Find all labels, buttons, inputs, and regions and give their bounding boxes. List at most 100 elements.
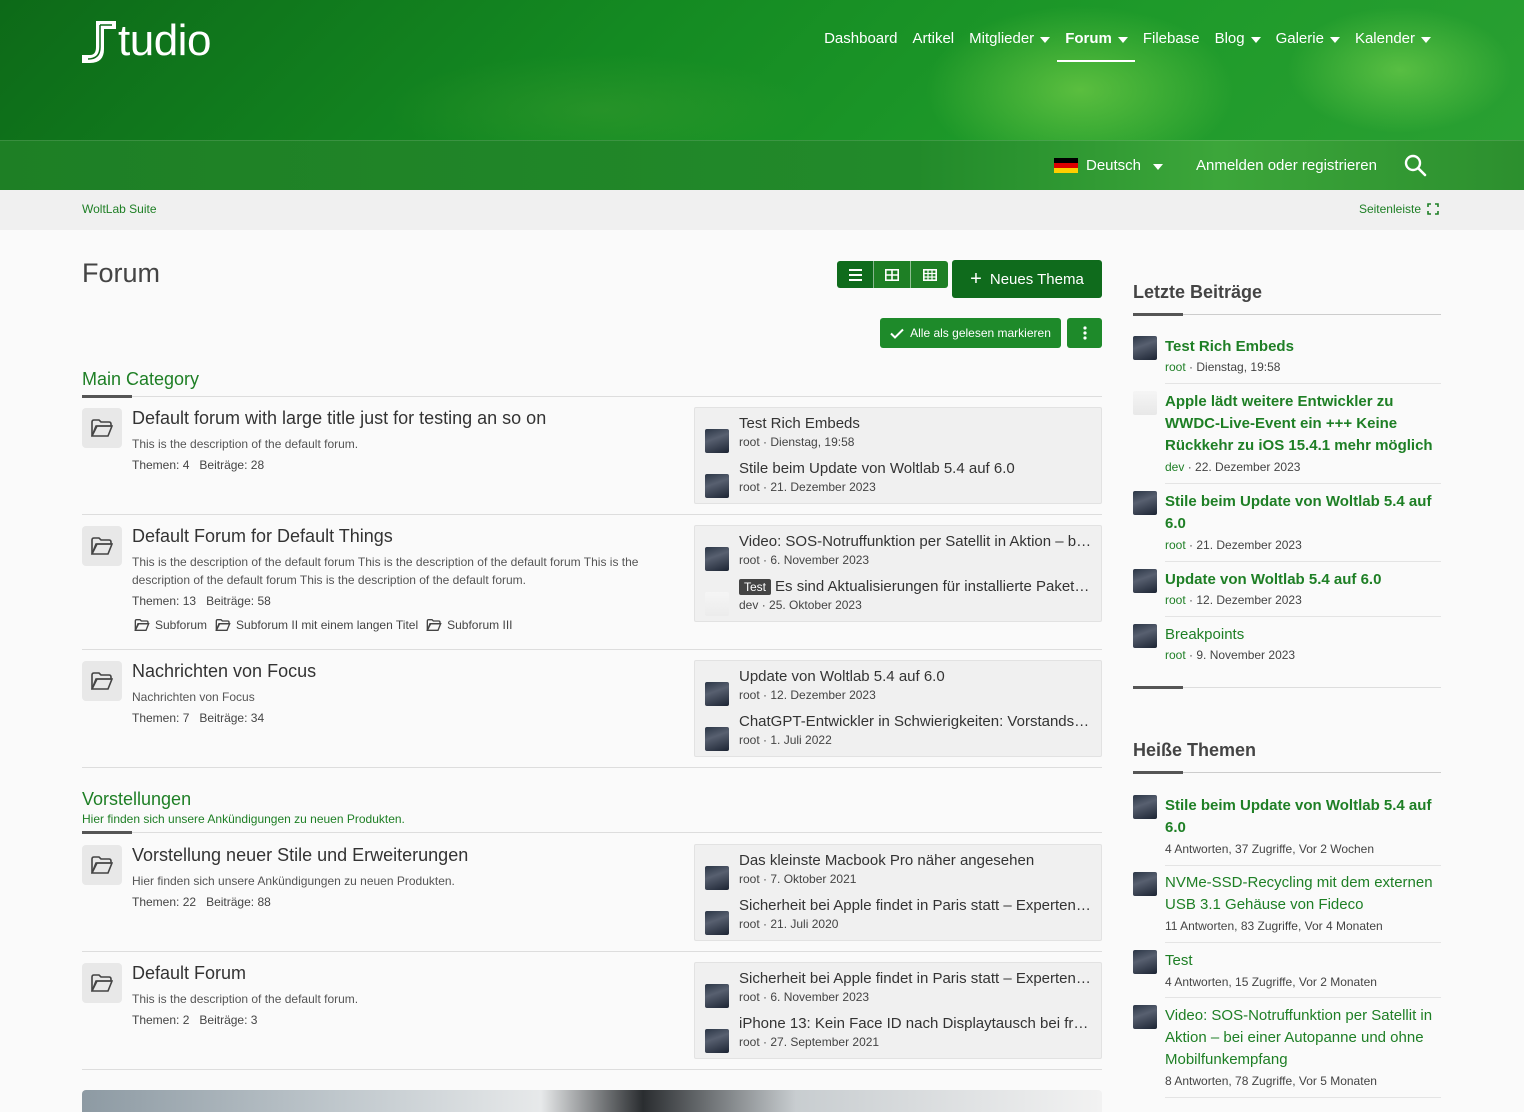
sidebar-item-divider (1165, 865, 1441, 866)
nav-item-label: Blog (1214, 30, 1245, 47)
post-author[interactable]: root (739, 872, 760, 886)
caret-down-icon (1040, 36, 1051, 43)
category-title[interactable]: Main Category (82, 369, 199, 390)
sidebar-post-title[interactable]: Breakpoints (1165, 624, 1441, 646)
sidebar-post-title[interactable]: Apple lädt weitere Entwickler zu WWDC-Li… (1165, 391, 1441, 457)
topics-count: 13 (182, 594, 197, 608)
hot-topic-title[interactable]: Test (1165, 950, 1441, 972)
last-post-title[interactable]: ChatGPT-Entwickler in Schwierigkeiten: V… (739, 713, 1095, 730)
sidebar-post-title[interactable]: Test Rich Embeds (1165, 336, 1441, 358)
hot-topic-title[interactable]: NVMe-SSD-Recycling mit dem externen USB … (1165, 872, 1441, 916)
search-icon[interactable] (1403, 153, 1427, 177)
post-author[interactable]: dev (739, 598, 758, 612)
hot-topic-title[interactable]: Stile beim Update von Woltlab 5.4 auf 6.… (1165, 795, 1441, 839)
avatar[interactable] (705, 727, 729, 751)
last-post-title[interactable]: Test Es sind Aktualisierungen für install… (739, 578, 1095, 595)
category-title[interactable]: Vorstellungen (82, 789, 191, 810)
nav-item-filebase[interactable]: Filebase (1135, 28, 1207, 62)
avatar[interactable] (1133, 1005, 1157, 1029)
more-options-button[interactable] (1067, 318, 1102, 348)
last-post-title[interactable]: Video: SOS-Notruffunktion per Satellit i… (739, 533, 1095, 550)
avatar[interactable] (1133, 336, 1157, 360)
tile-view-button[interactable] (874, 261, 911, 288)
site-logo[interactable]: tudio (82, 16, 211, 66)
post-author[interactable]: root (739, 733, 760, 747)
post-author[interactable]: root (1165, 360, 1186, 374)
avatar[interactable] (1133, 391, 1157, 415)
nav-item-artikel[interactable]: Artikel (904, 28, 961, 62)
post-date: 9. November 2023 (1196, 648, 1296, 662)
avatar[interactable] (705, 911, 729, 935)
avatar[interactable] (705, 682, 729, 706)
last-post-title[interactable]: Sicherheit bei Apple findet in Paris sta… (739, 970, 1095, 987)
nav-item-kalender[interactable]: Kalender (1347, 28, 1438, 62)
avatar[interactable] (1133, 624, 1157, 648)
nav-item-dashboard[interactable]: Dashboard (816, 28, 904, 62)
sidebar-post-title[interactable]: Update von Woltlab 5.4 auf 6.0 (1165, 569, 1441, 591)
breadcrumb-root[interactable]: WoltLab Suite (82, 202, 157, 216)
avatar[interactable] (705, 429, 729, 453)
post-date: 7. Oktober 2021 (770, 872, 857, 886)
nav-item-mitglieder[interactable]: Mitglieder (961, 28, 1057, 62)
post-date: 21. Dezember 2023 (1196, 538, 1302, 552)
table-view-button[interactable] (911, 261, 948, 288)
new-topic-button[interactable]: + Neues Thema (952, 260, 1102, 298)
forum-title[interactable]: Nachrichten von Focus (132, 661, 316, 682)
german-flag-icon (1054, 157, 1078, 174)
last-post-title[interactable]: iPhone 13: Kein Face ID nach Displaytaus… (739, 1015, 1095, 1032)
mark-all-read-button[interactable]: Alle als gelesen markieren (880, 318, 1061, 348)
hot-topic-title[interactable]: Video: SOS-Notruffunktion per Satellit i… (1165, 1005, 1441, 1071)
post-author[interactable]: root (739, 480, 760, 494)
forum-title[interactable]: Default forum with large title just for … (132, 408, 546, 429)
post-date: 12. Dezember 2023 (770, 688, 876, 702)
avatar[interactable] (705, 474, 729, 498)
last-post-title[interactable]: Sicherheit bei Apple findet in Paris sta… (739, 897, 1095, 914)
subforum-link[interactable]: Subforum III (426, 618, 513, 632)
post-author[interactable]: dev (1165, 460, 1184, 474)
label-badge[interactable]: Test (739, 579, 772, 595)
last-post-meta: root · 6. November 2023 (739, 990, 870, 1004)
avatar[interactable] (705, 984, 729, 1008)
login-register-link[interactable]: Anmelden oder registrieren (1196, 157, 1377, 174)
avatar[interactable] (705, 866, 729, 890)
avatar[interactable] (705, 592, 729, 616)
language-selector[interactable]: Deutsch (1054, 157, 1164, 174)
nav-item-forum[interactable]: Forum (1057, 28, 1135, 62)
avatar[interactable] (1133, 872, 1157, 896)
forum-title[interactable]: Default Forum for Default Things (132, 526, 393, 547)
posts-count: 88 (257, 895, 271, 909)
subforum-link[interactable]: Subforum II mit einem langen Titel (215, 618, 418, 632)
avatar[interactable] (1133, 950, 1157, 974)
subforum-link[interactable]: Subforum (134, 618, 207, 632)
post-author[interactable]: root (1165, 538, 1186, 552)
avatar[interactable] (1133, 569, 1157, 593)
nav-item-galerie[interactable]: Galerie (1268, 28, 1347, 62)
last-post-title[interactable]: Test Rich Embeds (739, 415, 1095, 432)
latest-posts-heading: Letzte Beiträge (1133, 282, 1263, 302)
avatar[interactable] (1133, 795, 1157, 819)
post-author[interactable]: root (1165, 593, 1186, 607)
post-author[interactable]: root (739, 1035, 760, 1049)
sidebar-post-title[interactable]: Stile beim Update von Woltlab 5.4 auf 6.… (1165, 491, 1441, 535)
post-author[interactable]: root (739, 917, 760, 931)
forum-title[interactable]: Default Forum (132, 963, 246, 984)
vertical-ellipsis-icon (1082, 326, 1087, 340)
last-post-title[interactable]: Update von Woltlab 5.4 auf 6.0 (739, 668, 1095, 685)
avatar[interactable] (705, 1029, 729, 1053)
avatar[interactable] (705, 547, 729, 571)
last-post-title[interactable]: Stile beim Update von Woltlab 5.4 auf 6.… (739, 460, 1095, 477)
post-author[interactable]: root (1165, 648, 1186, 662)
last-post-title[interactable]: Das kleinste Macbook Pro näher angesehen (739, 852, 1095, 869)
nav-item-label: Kalender (1354, 30, 1415, 47)
post-author[interactable]: root (739, 553, 760, 567)
sidebar-post-meta: root · 9. November 2023 (1165, 648, 1296, 662)
post-author[interactable]: root (739, 990, 760, 1004)
post-author[interactable]: root (739, 435, 760, 449)
sidebar-toggle[interactable]: Seitenleiste (1359, 202, 1439, 216)
forum-description: This is the description of the default f… (132, 437, 359, 451)
forum-title[interactable]: Vorstellung neuer Stile und Erweiterunge… (132, 845, 468, 866)
nav-item-blog[interactable]: Blog (1207, 28, 1268, 62)
post-author[interactable]: root (739, 688, 760, 702)
list-view-button[interactable] (837, 261, 874, 288)
avatar[interactable] (1133, 491, 1157, 515)
